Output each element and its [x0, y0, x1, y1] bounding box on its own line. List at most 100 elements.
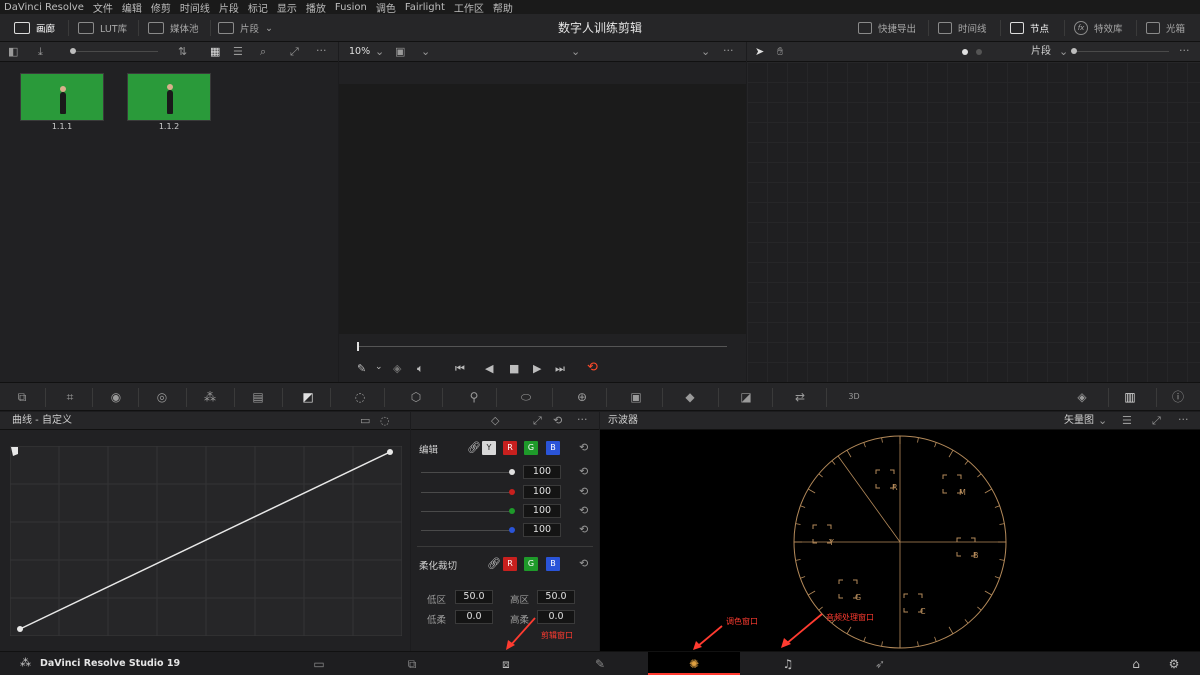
home-icon[interactable]: ⌂: [1128, 657, 1144, 671]
loop-icon[interactable]: ⟲: [587, 360, 598, 375]
low-soft-value[interactable]: 0.0: [455, 610, 493, 624]
softclip-r-button[interactable]: R: [503, 557, 517, 571]
node-editor[interactable]: ➤ ✋︎ 片段 ⌄ ···: [747, 42, 1200, 382]
edit-page-icon[interactable]: ⧈: [498, 657, 514, 671]
more-icon[interactable]: ···: [316, 45, 327, 57]
chevron-down-icon[interactable]: ⌄: [571, 46, 580, 58]
color-page-tab[interactable]: ✺: [648, 652, 740, 675]
menu-item-fusion[interactable]: Fusion: [335, 2, 367, 13]
softclip-g-button[interactable]: G: [524, 557, 538, 571]
3d-icon[interactable]: 3D: [846, 390, 862, 404]
primaries-icon[interactable]: ◉: [108, 390, 124, 404]
chevron-down-icon[interactable]: ⌄: [1059, 46, 1068, 58]
gear-icon[interactable]: ⚙︎: [1166, 657, 1182, 671]
skip-start-icon[interactable]: ⏮︎: [455, 362, 465, 376]
softclip-b-button[interactable]: B: [546, 557, 560, 571]
key-icon[interactable]: ◪: [738, 390, 754, 404]
intensity-value-b[interactable]: 100: [523, 523, 561, 537]
stop-icon[interactable]: ■: [509, 362, 519, 375]
scopes-icon[interactable]: ▥: [1122, 390, 1138, 404]
blur-icon[interactable]: ◆: [682, 390, 698, 404]
scope-mode[interactable]: 矢量图: [1064, 415, 1094, 427]
intensity-slider-r[interactable]: [509, 489, 515, 495]
window-icon[interactable]: ⬭: [518, 390, 534, 404]
intensity-value-r[interactable]: 100: [523, 485, 561, 499]
rgb-mixer-icon[interactable]: ⁂: [202, 390, 218, 404]
intensity-slider-y[interactable]: [509, 469, 515, 475]
motion-effects-icon[interactable]: ▤: [250, 390, 266, 404]
picker-icon[interactable]: ✎: [357, 362, 366, 375]
nodes-button[interactable]: 节点: [1010, 19, 1049, 37]
channel-g-button[interactable]: G: [524, 441, 538, 455]
media-pool-button[interactable]: 媒体池: [148, 19, 199, 37]
expand-icon[interactable]: ⤢: [290, 46, 299, 58]
search-icon[interactable]: ⌕: [260, 46, 266, 58]
curve-point-start[interactable]: [17, 626, 23, 632]
sidebar-toggle-icon[interactable]: ◧: [8, 46, 18, 58]
chevron-down-icon[interactable]: ⌄: [1098, 415, 1107, 427]
intensity-slider-g[interactable]: [509, 508, 515, 514]
cut-page-icon[interactable]: ⧉: [404, 657, 420, 671]
gallery-button[interactable]: 画廊: [14, 19, 55, 37]
info-icon[interactable]: ⓘ: [1170, 390, 1186, 404]
clip-thumbnail-2[interactable]: [127, 73, 211, 121]
more-icon[interactable]: ···: [723, 45, 734, 57]
more-icon[interactable]: ···: [577, 414, 588, 426]
channel-b-button[interactable]: B: [546, 441, 560, 455]
zoom-level[interactable]: 10%: [349, 46, 370, 58]
expand-icon[interactable]: ⤢: [1152, 415, 1161, 427]
link-icon[interactable]: 🔗︎: [487, 558, 501, 570]
high-value[interactable]: 50.0: [537, 590, 575, 604]
more-icon[interactable]: ···: [1178, 414, 1189, 426]
deliver-page-icon[interactable]: ➶: [872, 657, 888, 671]
playhead[interactable]: [357, 342, 359, 351]
quick-export-button[interactable]: 快捷导出: [858, 19, 916, 37]
grid-view-icon[interactable]: ▦: [210, 46, 220, 58]
menu-item-app[interactable]: DaVinci Resolve: [4, 2, 84, 13]
reset-icon[interactable]: ⟲: [579, 466, 588, 478]
keyframes-icon[interactable]: ◈: [1074, 390, 1090, 404]
qualifier-icon[interactable]: ⚲: [466, 390, 482, 404]
hand-icon[interactable]: ✋︎: [777, 46, 783, 58]
menu-item-color[interactable]: 调色: [376, 0, 396, 15]
play-reverse-icon[interactable]: ◀: [485, 362, 493, 375]
layers-icon[interactable]: ◈: [393, 362, 401, 375]
sort-icon[interactable]: ⇅: [178, 46, 187, 58]
lut-button[interactable]: LUT库: [78, 19, 127, 37]
reset-icon[interactable]: ⟲: [553, 415, 562, 427]
timeline-button[interactable]: 时间线: [938, 19, 987, 37]
list-view-icon[interactable]: ☰: [233, 46, 243, 58]
chevron-down-icon[interactable]: ⌄: [421, 46, 430, 58]
menu-item-trim[interactable]: 修剪: [151, 0, 171, 15]
color-match-icon[interactable]: ⌗: [62, 390, 78, 404]
low-value[interactable]: 50.0: [455, 590, 493, 604]
reset-icon[interactable]: ⟲: [579, 524, 588, 536]
skip-end-icon[interactable]: ⏭︎: [555, 362, 565, 376]
sizing-icon[interactable]: ⇄: [792, 390, 808, 404]
curve-point-end[interactable]: [387, 449, 393, 455]
intensity-value-g[interactable]: 100: [523, 504, 561, 518]
viewer-mode-icon[interactable]: ▣: [395, 46, 405, 58]
media-page-icon[interactable]: ▭: [311, 657, 327, 671]
pointer-icon[interactable]: ➤: [755, 46, 764, 58]
node-mode[interactable]: 片段: [1031, 46, 1051, 58]
curve-graph[interactable]: [10, 446, 402, 636]
intensity-value-y[interactable]: 100: [523, 465, 561, 479]
menu-item-help[interactable]: 帮助: [493, 0, 513, 15]
magic-mask-icon[interactable]: ▣: [628, 390, 644, 404]
menu-item-playback[interactable]: 播放: [306, 0, 326, 15]
tracker-icon[interactable]: ⊕: [574, 390, 590, 404]
menu-item-fairlight[interactable]: Fairlight: [405, 2, 445, 13]
page-dot-2[interactable]: [976, 49, 982, 55]
qualifier-grid-icon[interactable]: ⬡: [408, 390, 424, 404]
volume-icon[interactable]: 🔈︎: [417, 362, 424, 376]
chevron-down-icon[interactable]: ⌄: [375, 46, 384, 58]
page-dot-1[interactable]: [962, 49, 968, 55]
more-icon[interactable]: ···: [1179, 45, 1190, 57]
curves-hue-icon[interactable]: ◌: [380, 415, 390, 427]
menu-item-file[interactable]: 文件: [93, 0, 113, 15]
effects-button[interactable]: fx 特效库: [1074, 19, 1123, 37]
menu-item-timeline[interactable]: 时间线: [180, 0, 210, 15]
chevron-down-icon[interactable]: ⌄: [701, 46, 710, 58]
play-icon[interactable]: ▶: [533, 362, 541, 375]
